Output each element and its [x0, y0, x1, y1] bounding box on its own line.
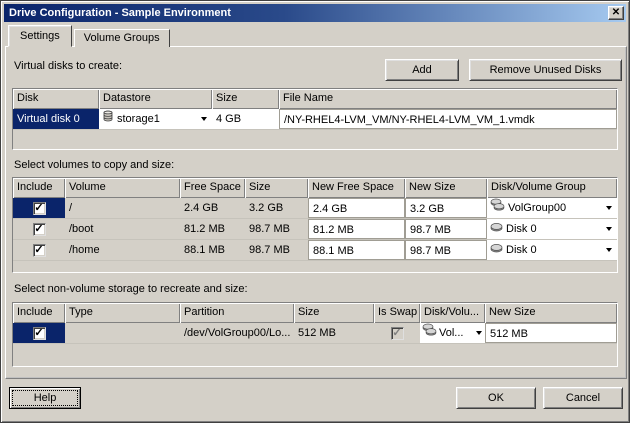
- column-header-partition: Partition: [180, 303, 294, 323]
- column-header-include: Include: [13, 303, 65, 323]
- include-checkbox[interactable]: ✓: [33, 244, 46, 257]
- tab-settings[interactable]: Settings: [8, 25, 72, 47]
- size-cell: 98.7 MB: [245, 219, 308, 239]
- non-volume-storage-label: Select non-volume storage to recreate an…: [14, 283, 248, 295]
- datastore-dropdown[interactable]: storage1: [99, 109, 212, 129]
- datastore-icon: [102, 109, 114, 129]
- close-icon[interactable]: ✕: [608, 6, 624, 20]
- column-header-new-size: New Size: [485, 303, 617, 323]
- include-cell[interactable]: ✓: [13, 323, 65, 343]
- column-header-new-size: New Size: [405, 178, 487, 198]
- column-header-free-space: Free Space: [180, 178, 245, 198]
- include-checkbox[interactable]: ✓: [33, 202, 46, 215]
- dropdown-arrow-icon[interactable]: [606, 248, 612, 252]
- virtual-disks-header: Disk Datastore Size File Name: [13, 89, 617, 109]
- volume-row-root[interactable]: ✓ / 2.4 GB 3.2 GB 2.4 GB 3.2 GB VolGroup…: [13, 198, 617, 219]
- column-header-new-free-space: New Free Space: [308, 178, 405, 198]
- free-space-cell: 81.2 MB: [180, 219, 245, 239]
- volume-cell[interactable]: /home: [65, 240, 180, 260]
- window-title: Drive Configuration - Sample Environment: [9, 7, 608, 19]
- disk-volume-group-value: VolGroup00: [508, 198, 566, 218]
- is-swap-cell: ✓: [374, 323, 420, 343]
- drive-configuration-dialog: Drive Configuration - Sample Environment…: [0, 0, 630, 423]
- dropdown-arrow-icon[interactable]: [201, 117, 207, 121]
- dropdown-arrow-icon[interactable]: [606, 227, 612, 231]
- disk-volume-group-value: Disk 0: [506, 240, 537, 260]
- size-cell: 98.7 MB: [245, 240, 308, 260]
- column-header-disk-volume-group: Disk/Volume Group: [487, 178, 617, 198]
- disk-volume-group-dropdown[interactable]: Disk 0: [487, 219, 617, 239]
- non-volume-storage-row[interactable]: ✓ /dev/VolGroup00/Lo... 512 MB ✓ Vol... …: [13, 323, 617, 344]
- volumes-table: Include Volume Free Space Size New Free …: [12, 177, 618, 273]
- type-cell: [65, 323, 180, 343]
- is-swap-checkbox: ✓: [391, 327, 404, 340]
- column-header-size: Size: [294, 303, 374, 323]
- partition-cell: /dev/VolGroup00/Lo...: [180, 323, 294, 343]
- remove-unused-disks-button[interactable]: Remove Unused Disks: [469, 59, 622, 81]
- file-name-field[interactable]: /NY-RHEL4-LVM_VM/NY-RHEL4-LVM_VM_1.vmdk: [279, 109, 617, 129]
- volume-cell[interactable]: /boot: [65, 219, 180, 239]
- column-header-disk: Disk: [13, 89, 99, 109]
- disk-volume-dropdown[interactable]: Vol...: [420, 323, 485, 343]
- disk-volume-group-dropdown[interactable]: Disk 0: [487, 240, 617, 260]
- volume-group-icon: [490, 198, 505, 218]
- new-free-space-field[interactable]: 88.1 MB: [308, 240, 405, 260]
- new-free-space-field[interactable]: 81.2 MB: [308, 219, 405, 239]
- disk-icon: [490, 240, 503, 260]
- column-header-size: Size: [245, 178, 308, 198]
- add-button[interactable]: Add: [385, 59, 459, 81]
- volume-cell[interactable]: /: [65, 198, 180, 218]
- free-space-cell: 88.1 MB: [180, 240, 245, 260]
- include-checkbox[interactable]: ✓: [33, 327, 46, 340]
- dropdown-arrow-icon[interactable]: [606, 206, 612, 210]
- column-header-file-name: File Name: [279, 89, 617, 109]
- volume-row-boot[interactable]: ✓ /boot 81.2 MB 98.7 MB 81.2 MB 98.7 MB …: [13, 219, 617, 240]
- volume-row-home[interactable]: ✓ /home 88.1 MB 98.7 MB 88.1 MB 98.7 MB …: [13, 240, 617, 261]
- non-volume-storage-table: Include Type Partition Size Is Swap Disk…: [12, 302, 618, 367]
- titlebar[interactable]: Drive Configuration - Sample Environment…: [4, 4, 626, 22]
- disk-volume-value: Vol...: [439, 323, 463, 343]
- virtual-disk-name-cell[interactable]: Virtual disk 0: [13, 109, 99, 129]
- ok-button[interactable]: OK: [456, 387, 536, 409]
- volumes-header: Include Volume Free Space Size New Free …: [13, 178, 617, 198]
- column-header-type: Type: [65, 303, 180, 323]
- disk-volume-group-dropdown[interactable]: VolGroup00: [487, 198, 617, 218]
- size-cell: 3.2 GB: [245, 198, 308, 218]
- datastore-value: storage1: [117, 109, 160, 129]
- tab-strip: Settings Volume Groups: [8, 25, 170, 47]
- virtual-disks-label: Virtual disks to create:: [14, 60, 122, 72]
- help-button[interactable]: Help: [9, 387, 81, 409]
- new-size-field[interactable]: 512 MB: [485, 323, 617, 343]
- volume-group-icon: [422, 323, 437, 343]
- include-cell[interactable]: ✓: [13, 240, 65, 260]
- column-header-volume: Volume: [65, 178, 180, 198]
- new-free-space-field[interactable]: 2.4 GB: [308, 198, 405, 218]
- column-header-size: Size: [212, 89, 279, 109]
- dropdown-arrow-icon[interactable]: [476, 331, 482, 335]
- free-space-cell: 2.4 GB: [180, 198, 245, 218]
- column-header-include: Include: [13, 178, 65, 198]
- disk-icon: [490, 219, 503, 239]
- cancel-button[interactable]: Cancel: [543, 387, 623, 409]
- include-checkbox[interactable]: ✓: [33, 223, 46, 236]
- include-cell[interactable]: ✓: [13, 219, 65, 239]
- settings-tab-pane: Virtual disks to create: Add Remove Unus…: [5, 46, 627, 379]
- new-size-field[interactable]: 98.7 MB: [405, 219, 487, 239]
- new-size-field[interactable]: 98.7 MB: [405, 240, 487, 260]
- column-header-datastore: Datastore: [99, 89, 212, 109]
- virtual-disks-table: Disk Datastore Size File Name Virtual di…: [12, 88, 618, 150]
- new-size-field[interactable]: 3.2 GB: [405, 198, 487, 218]
- volumes-label: Select volumes to copy and size:: [14, 159, 174, 171]
- size-cell: 512 MB: [294, 323, 374, 343]
- column-header-disk-volume: Disk/Volu...: [420, 303, 485, 323]
- include-cell[interactable]: ✓: [13, 198, 65, 218]
- column-header-is-swap: Is Swap: [374, 303, 420, 323]
- disk-volume-group-value: Disk 0: [506, 219, 537, 239]
- tab-volume-groups[interactable]: Volume Groups: [74, 29, 170, 47]
- virtual-disk-row[interactable]: Virtual disk 0 storage1 4 GB /NY-RHEL4-L…: [13, 109, 617, 130]
- non-volume-storage-header: Include Type Partition Size Is Swap Disk…: [13, 303, 617, 323]
- virtual-disk-size-cell[interactable]: 4 GB: [212, 109, 279, 129]
